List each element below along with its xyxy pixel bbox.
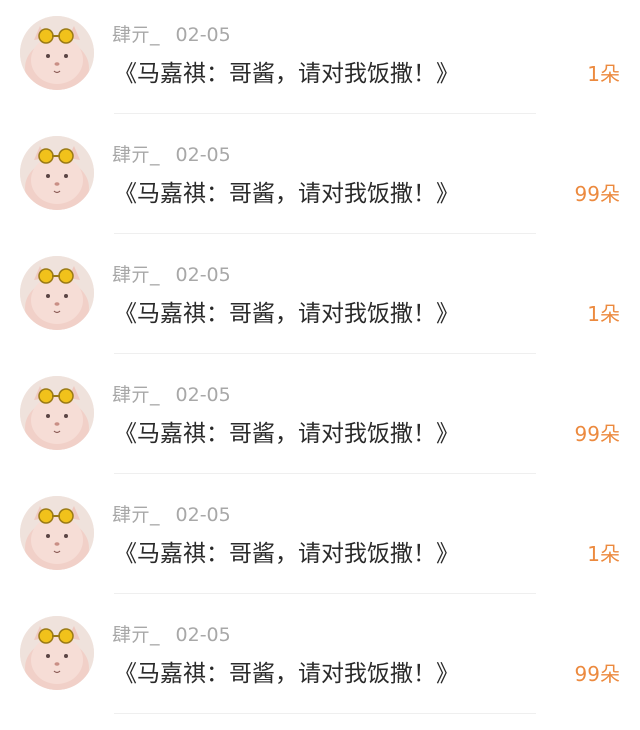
comment-item: 肆亓_ 02-05 《马嘉祺：哥酱，请对我饭撒！》 1朵 [0, 240, 640, 360]
avatar[interactable] [20, 136, 94, 210]
author-name[interactable]: 肆亓_ [112, 264, 160, 286]
flower-count[interactable]: 99朵 [575, 660, 620, 688]
comment-date: 02-05 [175, 624, 231, 646]
cat-with-sunglasses-avatar-icon [20, 376, 94, 450]
cat-with-sunglasses-avatar-icon [20, 136, 94, 210]
comment-date: 02-05 [175, 504, 231, 526]
comment-date: 02-05 [175, 24, 231, 46]
comment-item: 肆亓_ 02-05 《马嘉祺：哥酱，请对我饭撒！》 1朵 [0, 480, 640, 600]
author-name[interactable]: 肆亓_ [112, 24, 160, 46]
comment-text[interactable]: 《马嘉祺：哥酱，请对我饭撒！》 [114, 57, 459, 91]
comment-text[interactable]: 《马嘉祺：哥酱，请对我饭撒！》 [114, 657, 459, 691]
comment-meta: 肆亓_ 02-05 [112, 383, 231, 407]
author-name[interactable]: 肆亓_ [112, 624, 160, 646]
comment-item: 肆亓_ 02-05 《马嘉祺：哥酱，请对我饭撒！》 99朵 [0, 120, 640, 240]
comment-meta: 肆亓_ 02-05 [112, 623, 231, 647]
avatar[interactable] [20, 376, 94, 450]
cat-with-sunglasses-avatar-icon [20, 496, 94, 570]
author-name[interactable]: 肆亓_ [112, 504, 160, 526]
divider [114, 713, 536, 714]
comment-date: 02-05 [175, 384, 231, 406]
divider [114, 113, 536, 114]
divider [114, 593, 536, 594]
comment-item: 肆亓_ 02-05 《马嘉祺：哥酱，请对我饭撒！》 99朵 [0, 360, 640, 480]
cat-with-sunglasses-avatar-icon [20, 16, 94, 90]
comment-text[interactable]: 《马嘉祺：哥酱，请对我饭撒！》 [114, 417, 459, 451]
avatar[interactable] [20, 256, 94, 330]
flower-count[interactable]: 1朵 [587, 300, 620, 328]
comment-list: 肆亓_ 02-05 《马嘉祺：哥酱，请对我饭撒！》 1朵 肆亓_ 02-05 《… [0, 0, 640, 730]
avatar[interactable] [20, 616, 94, 690]
flower-count[interactable]: 99朵 [575, 180, 620, 208]
comment-item: 肆亓_ 02-05 《马嘉祺：哥酱，请对我饭撒！》 99朵 [0, 600, 640, 720]
flower-count[interactable]: 1朵 [587, 60, 620, 88]
comment-text[interactable]: 《马嘉祺：哥酱，请对我饭撒！》 [114, 177, 459, 211]
comment-meta: 肆亓_ 02-05 [112, 263, 231, 287]
divider [114, 353, 536, 354]
comment-meta: 肆亓_ 02-05 [112, 23, 231, 47]
author-name[interactable]: 肆亓_ [112, 144, 160, 166]
comment-meta: 肆亓_ 02-05 [112, 143, 231, 167]
divider [114, 233, 536, 234]
comment-date: 02-05 [175, 264, 231, 286]
comment-text[interactable]: 《马嘉祺：哥酱，请对我饭撒！》 [114, 297, 459, 331]
comment-text[interactable]: 《马嘉祺：哥酱，请对我饭撒！》 [114, 537, 459, 571]
author-name[interactable]: 肆亓_ [112, 384, 160, 406]
flower-count[interactable]: 99朵 [575, 420, 620, 448]
cat-with-sunglasses-avatar-icon [20, 256, 94, 330]
comment-item: 肆亓_ 02-05 《马嘉祺：哥酱，请对我饭撒！》 1朵 [0, 0, 640, 120]
cat-with-sunglasses-avatar-icon [20, 616, 94, 690]
comment-date: 02-05 [175, 144, 231, 166]
flower-count[interactable]: 1朵 [587, 540, 620, 568]
avatar[interactable] [20, 496, 94, 570]
divider [114, 473, 536, 474]
avatar[interactable] [20, 16, 94, 90]
comment-meta: 肆亓_ 02-05 [112, 503, 231, 527]
